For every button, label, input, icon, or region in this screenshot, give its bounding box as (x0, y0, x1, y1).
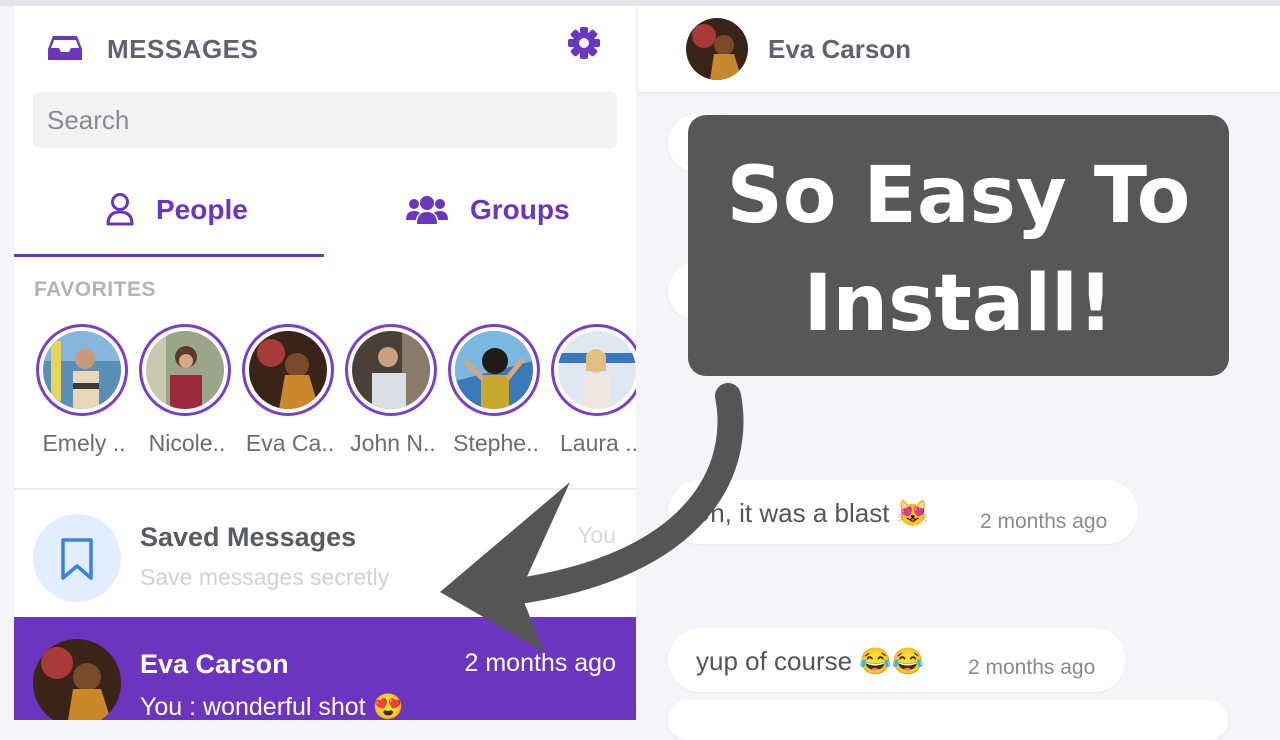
saved-messages-item[interactable]: Saved Messages Save messages secretly Yo… (14, 490, 636, 616)
sidebar-tabs: People Groups (14, 166, 636, 257)
favorite-name: Stephe.. (453, 430, 539, 456)
sidebar-title: MESSAGES (107, 34, 259, 64)
avatar (36, 324, 128, 416)
conversations-sidebar: MESSAGES People (14, 6, 636, 720)
favorite-name: Emely .. (42, 430, 126, 456)
favorite-contact[interactable]: Emely .. (36, 324, 132, 457)
favorite-name: Laura .. (560, 430, 636, 456)
conversation-preview: You : wonderful shot 😍 (140, 693, 404, 720)
tab-people-label: People (156, 194, 248, 225)
chat-header: Eva Carson (638, 6, 1280, 92)
favorites-heading: FAVORITES (34, 278, 156, 301)
message-time: 2 months ago (968, 656, 1096, 679)
tab-groups[interactable]: Groups (324, 166, 634, 254)
avatar (242, 324, 334, 416)
conversation-time: 2 months ago (464, 649, 617, 677)
favorite-contact[interactable]: Stephe.. (448, 324, 544, 457)
conversation-item-active[interactable]: Eva Carson 2 months ago You : wonderful … (14, 617, 636, 720)
callout-line-1: So Easy To (726, 151, 1191, 241)
message-bubble (668, 700, 1228, 740)
avatar[interactable] (686, 18, 748, 80)
message-text: yup of course 😂😂 (696, 646, 925, 676)
message-text: Oh, it was a blast 😻 (690, 498, 930, 528)
inbox-icon (48, 36, 82, 60)
avatar (33, 639, 121, 720)
favorite-contact[interactable]: Laura .. (551, 324, 636, 457)
message-bubble: Oh, it was a blast 😻 2 months ago (668, 480, 1138, 544)
avatar (448, 324, 540, 416)
saved-avatar (33, 514, 121, 602)
avatar (551, 324, 636, 416)
saved-messages-title: Saved Messages (140, 522, 357, 552)
favorite-contact[interactable]: Nicole.. (139, 324, 235, 457)
chat-contact-name: Eva Carson (768, 34, 912, 64)
conversation-name: Eva Carson (140, 649, 289, 679)
favorite-contact[interactable]: John N.. (345, 324, 441, 457)
callout-line-2: Install! (803, 259, 1114, 349)
saved-messages-subtitle: Save messages secretly (140, 564, 390, 590)
favorite-name: Eva Ca.. (245, 430, 335, 456)
promo-callout: So Easy To Install! (688, 115, 1229, 376)
user-icon (106, 193, 134, 226)
avatar (139, 324, 231, 416)
gear-icon[interactable] (567, 26, 601, 60)
users-icon (406, 196, 448, 224)
tab-groups-label: Groups (470, 194, 570, 225)
message-time: 2 months ago (980, 510, 1108, 533)
bookmark-icon (61, 538, 93, 580)
avatar (345, 324, 437, 416)
message-bubble: yup of course 😂😂 2 months ago (668, 628, 1126, 692)
sidebar-header: MESSAGES (14, 6, 636, 92)
search-input[interactable] (33, 92, 617, 148)
favorite-name: John N.. (350, 430, 436, 456)
favorite-contact[interactable]: Eva Ca.. (242, 324, 338, 457)
favorite-name: Nicole.. (148, 430, 226, 456)
tab-people[interactable]: People (14, 166, 324, 257)
saved-messages-meta: You (577, 522, 616, 548)
